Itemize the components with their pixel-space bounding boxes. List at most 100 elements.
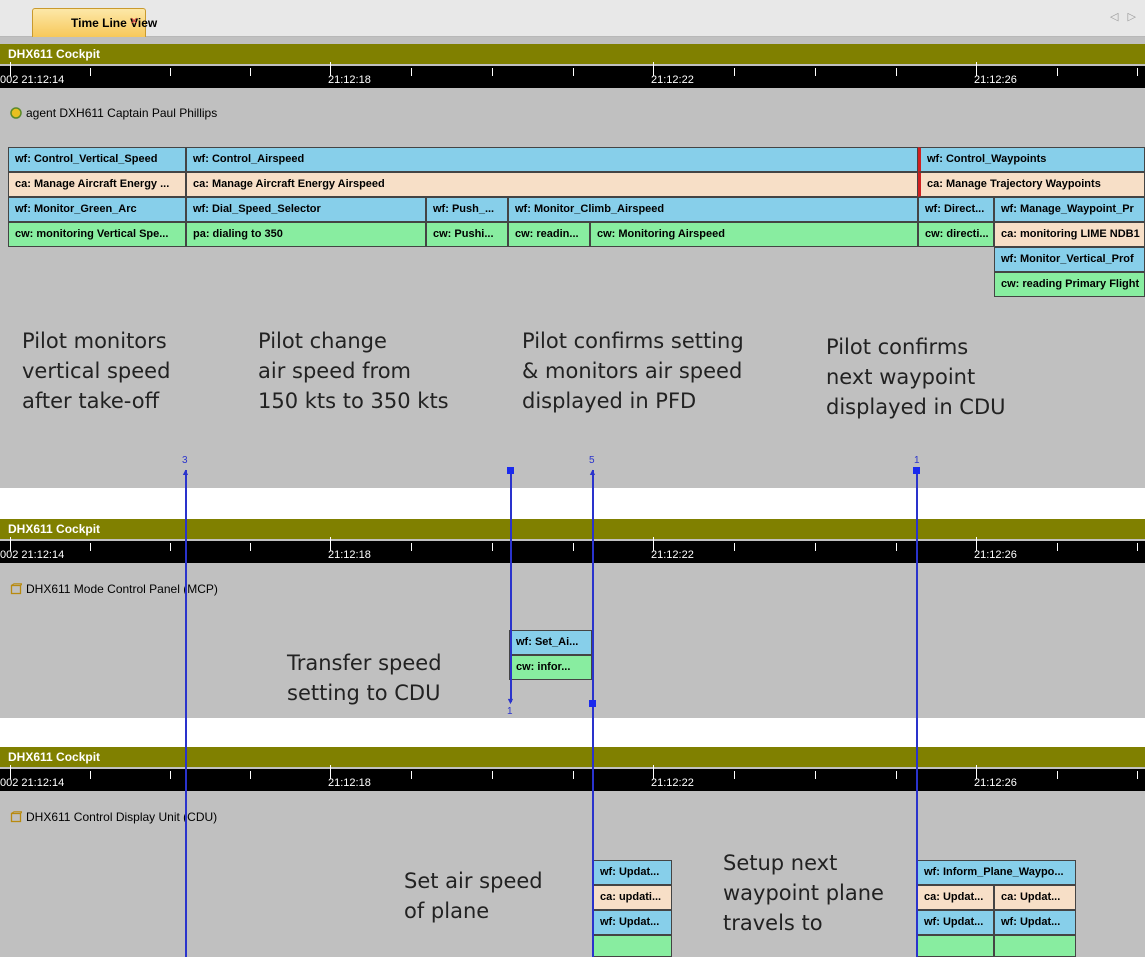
ruler-tick — [170, 543, 171, 551]
ruler-label: 21:12:18 — [328, 549, 371, 561]
arrow-up-icon: ▲ — [588, 467, 597, 477]
task-cw[interactable] — [994, 935, 1076, 957]
task-wf[interactable]: wf: Direct... — [918, 197, 994, 222]
task-pa[interactable]: pa: dialing to 350 — [186, 222, 426, 247]
time-ruler: 002 21:12:14 21:12:18 21:12:22 21:12:26 — [0, 765, 1145, 791]
ruler-tick — [1137, 771, 1138, 779]
link-number: 1 — [507, 706, 513, 717]
link-line — [185, 470, 187, 957]
tab-label: Time Line View — [71, 16, 158, 30]
ruler-label: 21:12:26 — [974, 549, 1017, 561]
task-wf[interactable]: wf: Control_Waypoints — [918, 147, 1145, 172]
ruler-tick — [330, 62, 331, 76]
task-wf[interactable]: wf: Control_Airspeed — [186, 147, 918, 172]
tab-time-line-view[interactable]: Time Line View × — [32, 8, 157, 37]
task-cw[interactable]: cw: reading Primary Flight — [994, 272, 1145, 297]
task-wf[interactable]: wf: Monitor_Climb_Airspeed — [508, 197, 918, 222]
ruler-tick — [330, 537, 331, 551]
ruler-tick — [250, 771, 251, 779]
annotation: Pilot monitors vertical speed after take… — [22, 329, 171, 413]
task-cw[interactable]: cw: monitoring Vertical Spe... — [8, 222, 186, 247]
agent-label: agent DXH611 Captain Paul Phillips — [26, 106, 218, 120]
task-wf[interactable]: wf: Updat... — [917, 910, 994, 935]
ruler-tick — [10, 765, 11, 779]
task-wf[interactable]: wf: Dial_Speed_Selector — [186, 197, 426, 222]
ruler-tick — [734, 68, 735, 76]
ruler-tick — [1057, 543, 1058, 551]
ruler-tick — [976, 62, 977, 76]
task-cw[interactable]: cw: Pushi... — [426, 222, 508, 247]
annotation: Transfer speed setting to CDU — [287, 651, 442, 705]
task-wf[interactable]: wf: Push_... — [426, 197, 508, 222]
ruler-tick — [492, 543, 493, 551]
ruler-tick — [734, 771, 735, 779]
task-ca[interactable]: ca: monitoring LIME NDB1 — [994, 222, 1145, 247]
ruler-tick — [411, 771, 412, 779]
ruler-label: 21:12:22 — [651, 74, 694, 86]
link-line — [510, 470, 512, 702]
agent-icon — [10, 107, 22, 119]
close-icon[interactable]: × — [127, 14, 141, 28]
task-cw[interactable]: cw: directi... — [918, 222, 994, 247]
ruler-tick — [250, 543, 251, 551]
link-marker — [507, 467, 514, 474]
ruler-tick — [1137, 543, 1138, 551]
ruler-tick — [734, 543, 735, 551]
ruler-tick — [653, 62, 654, 76]
task-ca[interactable]: ca: updati... — [593, 885, 672, 910]
task-cw[interactable]: cw: Monitoring Airspeed — [590, 222, 918, 247]
ruler-tick — [653, 537, 654, 551]
ruler-tick — [815, 771, 816, 779]
ruler-tick — [492, 771, 493, 779]
ruler-label: 21:12:26 — [974, 777, 1017, 789]
task-ca[interactable]: ca: Updat... — [994, 885, 1076, 910]
panel-title: DHX611 Cockpit — [0, 519, 1145, 539]
task-wf[interactable]: wf: Updat... — [593, 860, 672, 885]
task-ca[interactable]: ca: Manage Trajectory Waypoints — [918, 172, 1145, 197]
task-wf[interactable]: wf: Control_Vertical_Speed — [8, 147, 186, 172]
task-wf[interactable]: wf: Monitor_Green_Arc — [8, 197, 186, 222]
agent-row: agent DXH611 Captain Paul Phillips — [10, 106, 217, 120]
ruler-tick — [896, 543, 897, 551]
tab-bar: Time Line View × ◁ ▷ — [0, 0, 1145, 37]
arrow-down-icon: ▼ — [506, 696, 515, 706]
agent-label: DHX611 Mode Control Panel (MCP) — [26, 582, 218, 596]
link-number: 1 — [914, 455, 920, 466]
task-cw[interactable]: cw: readin... — [508, 222, 590, 247]
ruler-tick — [573, 543, 574, 551]
ruler-tick — [1057, 771, 1058, 779]
task-wf[interactable]: wf: Inform_Plane_Waypo... — [917, 860, 1076, 885]
link-marker — [913, 467, 920, 474]
task-wf[interactable]: wf: Set_Ai... — [509, 630, 592, 655]
panel-cockpit-1: DHX611 Cockpit 002 21:12:14 21:12:18 21:… — [0, 44, 1145, 88]
ruler-tick — [896, 68, 897, 76]
annotation: Pilot confirms next waypoint displayed i… — [826, 335, 1006, 419]
ruler-tick — [170, 68, 171, 76]
annotation: Pilot change air speed from 150 kts to 3… — [258, 329, 449, 413]
ruler-tick — [653, 765, 654, 779]
ruler-tick — [90, 771, 91, 779]
task-ca[interactable]: ca: Updat... — [917, 885, 994, 910]
task-cw[interactable] — [593, 935, 672, 957]
agent-label: DHX611 Control Display Unit (CDU) — [26, 810, 218, 824]
panel-cockpit-3: DHX611 Cockpit 002 21:12:14 21:12:18 21:… — [0, 747, 1145, 791]
ruler-tick — [573, 771, 574, 779]
task-ca[interactable]: ca: Manage Aircraft Energy ... — [8, 172, 186, 197]
ruler-tick — [10, 537, 11, 551]
task-wf[interactable]: wf: Updat... — [593, 910, 672, 935]
task-wf[interactable]: wf: Monitor_Vertical_Prof — [994, 247, 1145, 272]
ruler-tick — [411, 543, 412, 551]
ruler-label: 21:12:22 — [651, 777, 694, 789]
task-cw[interactable]: cw: infor... — [509, 655, 592, 680]
tab-nav-arrows[interactable]: ◁ ▷ — [1110, 10, 1139, 23]
link-number: 5 — [589, 455, 595, 466]
ruler-tick — [573, 68, 574, 76]
task-ca[interactable]: ca: Manage Aircraft Energy Airspeed — [186, 172, 918, 197]
task-wf[interactable]: wf: Updat... — [994, 910, 1076, 935]
panel-cockpit-2: DHX611 Cockpit 002 21:12:14 21:12:18 21:… — [0, 519, 1145, 563]
ruler-tick — [1057, 68, 1058, 76]
task-wf[interactable]: wf: Manage_Waypoint_Pr — [994, 197, 1145, 222]
link-line — [592, 470, 594, 957]
task-cw[interactable] — [917, 935, 994, 957]
device-icon — [10, 811, 22, 823]
